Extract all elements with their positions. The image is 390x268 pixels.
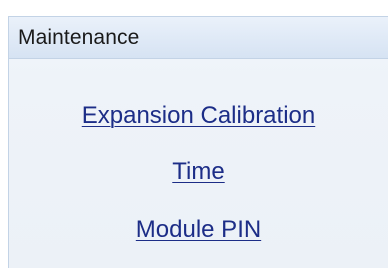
expansion-calibration-link[interactable]: Expansion Calibration (9, 102, 388, 130)
panel-title: Maintenance (18, 25, 140, 49)
maintenance-panel: Maintenance Expansion Calibration Time M… (8, 16, 388, 268)
time-link[interactable]: Time (9, 158, 388, 186)
panel-header: Maintenance (9, 17, 388, 59)
module-pin-link[interactable]: Module PIN (9, 216, 388, 244)
